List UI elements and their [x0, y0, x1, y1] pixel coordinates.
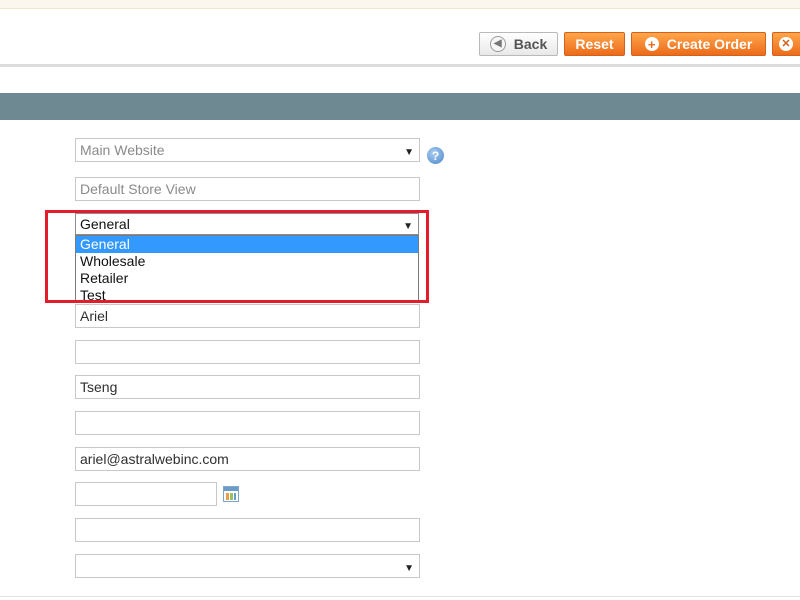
dropdown-option-general[interactable]: General: [76, 236, 418, 253]
dropdown-arrow-icon: ▼: [404, 147, 414, 158]
section-header-bar: [0, 93, 800, 120]
first-name-value: Ariel: [80, 308, 109, 324]
suffix-field[interactable]: [75, 411, 420, 435]
tax-vat-field[interactable]: [75, 518, 420, 542]
last-name-value: Tseng: [80, 379, 118, 395]
customer-group-dropdown: General Wholesale Retailer Test: [75, 235, 419, 303]
dropdown-option-wholesale[interactable]: Wholesale: [76, 253, 418, 270]
middle-name-field[interactable]: [75, 340, 420, 364]
back-arrow-icon: ◀: [489, 36, 506, 52]
dropdown-arrow-icon: ▼: [404, 563, 414, 574]
notification-strip: [0, 0, 800, 9]
email-field[interactable]: ariel@astralwebinc.com: [75, 447, 420, 471]
customer-group-value: General: [80, 216, 130, 232]
dropdown-option-retailer[interactable]: Retailer: [76, 270, 418, 287]
create-order-button-label: Create Order: [666, 36, 753, 52]
website-select-value: Main Website: [80, 142, 165, 158]
toolbar-divider: [0, 64, 800, 67]
store-view-field: Default Store View: [75, 177, 420, 201]
website-select[interactable]: Main Website ▼: [75, 138, 420, 162]
dropdown-arrow-icon: ▼: [403, 221, 413, 232]
first-name-field[interactable]: Ariel: [75, 304, 420, 328]
bottom-divider: [0, 596, 800, 597]
back-button[interactable]: ◀ Back: [479, 32, 558, 56]
dropdown-option-test[interactable]: Test: [76, 287, 418, 304]
date-of-birth-field[interactable]: [75, 482, 217, 506]
reset-button[interactable]: Reset: [564, 32, 625, 56]
back-button-label: Back: [513, 36, 548, 52]
email-value: ariel@astralwebinc.com: [80, 451, 229, 467]
calendar-icon[interactable]: [223, 486, 239, 502]
create-order-button[interactable]: + Create Order: [631, 32, 766, 56]
close-icon: ✕: [779, 37, 793, 51]
gender-select[interactable]: ▼: [75, 554, 420, 578]
plus-icon: +: [644, 37, 659, 51]
customer-group-select[interactable]: General ▼: [75, 213, 419, 235]
cancel-button[interactable]: ✕: [772, 32, 800, 56]
store-view-value: Default Store View: [80, 181, 196, 197]
last-name-field[interactable]: Tseng: [75, 375, 420, 399]
reset-button-label: Reset: [575, 36, 614, 52]
help-icon[interactable]: ?: [427, 147, 444, 164]
